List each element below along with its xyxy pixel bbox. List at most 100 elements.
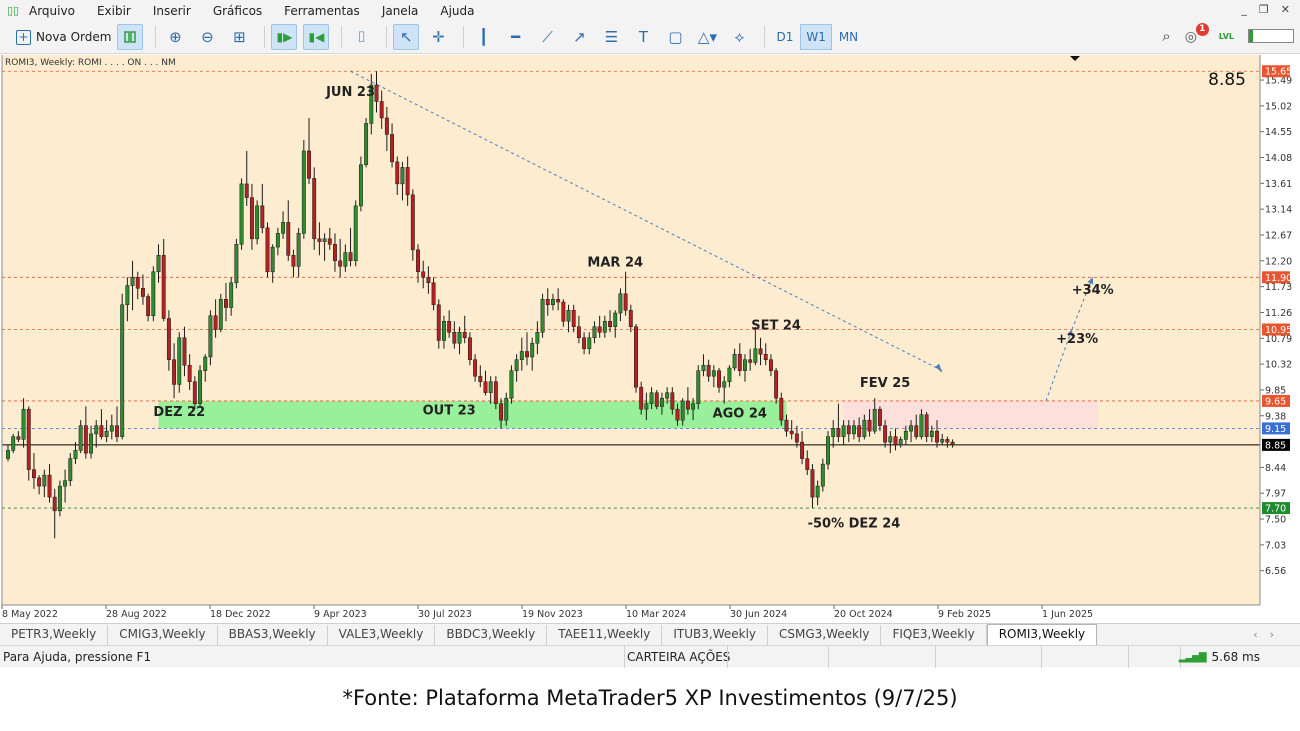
timeframe-w1-button[interactable]: W1 <box>800 24 832 50</box>
candle-down <box>758 348 763 355</box>
candle-up <box>281 222 286 234</box>
candle-down <box>800 441 805 459</box>
candle-up <box>275 233 280 248</box>
tile-windows-button[interactable]: ⊞ <box>226 24 252 50</box>
chart-tab[interactable]: TAEE11,Weekly <box>547 625 663 645</box>
chart-tab[interactable]: BBDC3,Weekly <box>435 625 548 645</box>
channel-button[interactable]: ☰ <box>598 24 624 50</box>
candle-up <box>358 164 363 207</box>
timeframe-mn-button[interactable]: MN <box>834 24 863 50</box>
x-tick-label: 10 Mar 2024 <box>626 609 686 620</box>
chart-tab[interactable]: VALE3,Weekly <box>328 625 436 645</box>
search-icon[interactable]: ⌕ <box>1162 27 1170 45</box>
candle-down <box>37 477 42 487</box>
menu-item-inserir[interactable]: Inserir <box>153 4 191 18</box>
cursor-tool-button[interactable]: ↖ <box>393 24 420 50</box>
candle-down <box>493 381 498 404</box>
chart-annotation: -50% DEZ 24 <box>808 516 901 531</box>
channel-icon: ☰ <box>604 28 619 46</box>
close-icon[interactable]: ✕ <box>1281 3 1290 16</box>
text-tool-button[interactable]: T <box>630 24 656 50</box>
candle-down <box>16 436 21 440</box>
price-chart[interactable]: JUN 23 DEZ 22 OUT 23 MAR 24 SET 24 AGO 24 FEV … <box>0 55 1300 623</box>
app-logo-icon: ▯▯ <box>7 3 20 17</box>
rectangle-tool-button[interactable]: ▢ <box>662 24 688 50</box>
connection-status[interactable]: ▂▃▅▇ 5.68 ms <box>1179 650 1260 664</box>
candle-down <box>623 293 628 311</box>
chart-tab[interactable]: ITUB3,Weekly <box>662 625 769 645</box>
chart-tab[interactable]: BBAS3,Weekly <box>218 625 328 645</box>
arrow-line-button[interactable]: ↗ <box>566 24 592 50</box>
screenshot-button[interactable]: ⌷ <box>348 24 374 50</box>
menu-item-exibir[interactable]: Exibir <box>97 4 131 18</box>
status-divider <box>1128 646 1129 668</box>
candle-up <box>613 312 618 327</box>
candle-down <box>950 441 955 446</box>
chart-tab[interactable]: FIQE3,Weekly <box>881 625 987 645</box>
candle-down <box>794 433 799 443</box>
candle-up <box>109 425 114 432</box>
shapes-dropdown-button[interactable]: △▾ <box>694 24 720 50</box>
price-label: 10.95 <box>1265 325 1292 336</box>
candle-up <box>364 123 369 165</box>
tab-scroll-arrows[interactable]: ‹› <box>1253 628 1286 641</box>
candle-down <box>763 353 768 360</box>
trendline-button[interactable]: ⟋ <box>534 24 560 50</box>
candle-down <box>737 353 742 371</box>
candlestick-chart-button[interactable] <box>117 24 144 50</box>
menu-item-ajuda[interactable]: Ajuda <box>440 4 474 18</box>
chart-area[interactable]: JUN 23 DEZ 22 OUT 23 MAR 24 SET 24 AGO 24 FEV … <box>0 55 1300 623</box>
chart-tab[interactable]: PETR3,Weekly <box>0 625 109 645</box>
candle-up <box>732 353 737 369</box>
candle-up <box>156 255 161 273</box>
candle-down <box>52 496 57 512</box>
restore-icon[interactable]: ❐ <box>1259 3 1269 16</box>
crosshair-tool-button[interactable]: ✛ <box>425 24 451 50</box>
menu-item-graficos[interactable]: Gráficos <box>213 4 262 18</box>
chart-shift-button[interactable]: ▮◀ <box>303 24 330 50</box>
candle-down <box>675 408 680 421</box>
candle-up <box>21 408 26 440</box>
auto-scroll-button[interactable]: ▮▶ <box>271 24 298 50</box>
menu-item-arquivo[interactable]: Arquivo <box>29 4 75 18</box>
candle-down <box>348 252 353 262</box>
candle-up <box>841 425 846 437</box>
camera-icon: ⌷ <box>356 28 366 46</box>
profile-name[interactable]: CARTEIRA AÇÕES <box>627 650 730 664</box>
candle-down <box>499 403 504 421</box>
horizontal-line-icon: ━ <box>510 28 520 46</box>
candle-up <box>898 439 903 446</box>
y-tick-label: 7.97 <box>1265 489 1286 500</box>
vertical-line-button[interactable]: ┃ <box>470 24 496 50</box>
candle-down <box>249 197 254 240</box>
objects-button[interactable]: ⟡ <box>726 24 752 50</box>
menu-item-janela[interactable]: Janela <box>382 4 419 18</box>
candle-up <box>722 381 727 388</box>
candle-down <box>166 318 171 360</box>
zoom-in-button[interactable]: ⊕ <box>162 24 188 50</box>
notifications-button[interactable]: ◎ 1 <box>1185 23 1209 46</box>
zoom-out-button[interactable]: ⊖ <box>194 24 220 50</box>
candle-down <box>525 351 529 358</box>
timeframe-d1-button[interactable]: D1 <box>771 24 798 50</box>
menu-item-ferramentas[interactable]: Ferramentas <box>284 4 360 18</box>
minimize-icon[interactable]: _ <box>1241 3 1247 16</box>
chart-annotation: JUN 23 <box>325 85 375 100</box>
candle-down <box>576 326 581 338</box>
candle-up <box>592 326 597 338</box>
candle-up <box>696 370 701 404</box>
chart-tab[interactable]: CMIG3,Weekly <box>108 625 218 645</box>
candle-down <box>395 161 400 185</box>
candle-up <box>343 252 348 267</box>
candle-up <box>89 433 93 454</box>
status-divider <box>727 646 728 668</box>
chart-tab-active[interactable]: ROMI3,Weekly <box>986 624 1098 645</box>
candle-down <box>670 392 675 410</box>
x-tick-label: 30 Jun 2024 <box>730 609 787 620</box>
chart-tab[interactable]: CSMG3,Weekly <box>768 625 882 645</box>
candle-up <box>301 150 306 234</box>
candle-down <box>244 183 249 198</box>
y-tick-label: 7.50 <box>1265 515 1286 526</box>
horizontal-line-button[interactable]: ━ <box>502 24 528 50</box>
new-order-button[interactable]: + Nova Ordem <box>10 24 117 50</box>
